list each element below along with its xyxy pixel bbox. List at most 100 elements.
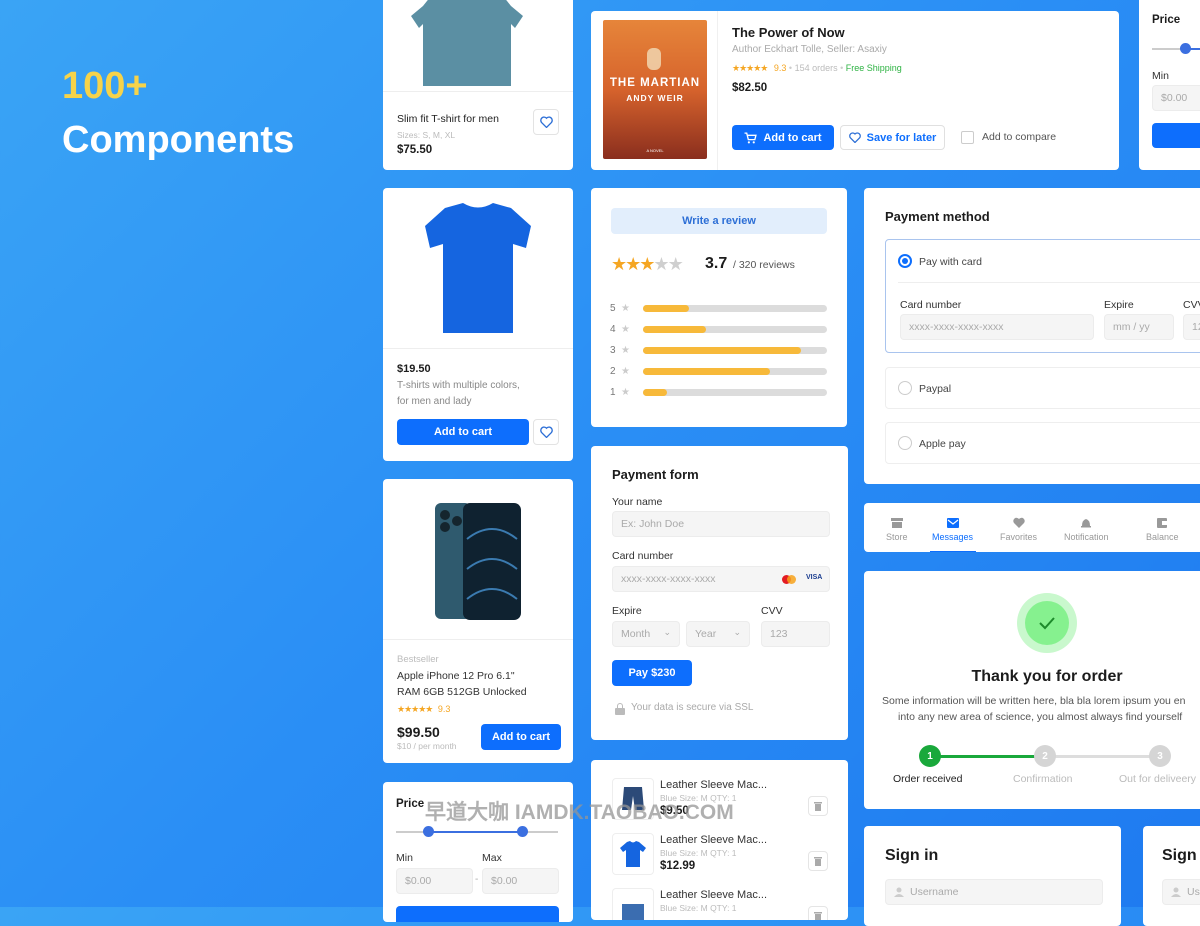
cart-item-title[interactable]: Leather Sleeve Mac... [660,889,767,901]
nav-label: Balance [1146,532,1179,542]
save-for-later-button[interactable]: Save for later [840,125,945,150]
username-input[interactable]: Username [885,879,1103,905]
cart-item-thumbnail[interactable] [612,833,654,875]
cvv-input[interactable]: 123 [761,621,830,647]
add-to-cart-label: Add to cart [763,131,822,144]
cvv-input[interactable]: 123 [1183,314,1200,340]
expire-label: Expire [1104,299,1134,311]
option-apple-pay[interactable]: Apple pay [885,422,1200,464]
nav-item-messages[interactable]: Messages [932,517,973,542]
name-input[interactable]: Ex: John Doe [612,511,830,537]
rating-row: ★★★★★ 9.3 [397,704,450,715]
book-product-card: THE MARTIAN ANDY WEIR A NOVEL The Power … [591,11,1119,170]
nav-item-notification[interactable]: Notification [1064,517,1109,542]
nav-item-favorites[interactable]: Favorites [1000,517,1037,542]
sign-in-title: Sign in [885,847,939,864]
chevron-down-icon: ⌄ [663,627,671,637]
range-handle-min[interactable] [1180,43,1191,54]
secure-note: Your data is secure via SSL [631,702,754,713]
bottom-navigation: Store Messages Favorites Notification Balanc… [864,503,1200,552]
min-price-input[interactable]: $0.00 [1152,85,1200,111]
order-success-card: Thank you for order Some information wil… [864,571,1200,809]
product-image [383,479,573,640]
nav-item-balance[interactable]: Balance [1146,517,1179,542]
month-select[interactable]: Month ⌄ [612,621,680,647]
expire-input[interactable]: mm / yy [1104,314,1174,340]
iphone-image [435,503,521,620]
max-price-input[interactable]: $0.00 [482,868,559,894]
delete-button[interactable] [808,906,828,920]
write-review-button[interactable]: Write a review [611,208,827,234]
save-for-later-label: Save for later [866,131,937,144]
rating-bar-fill [643,368,770,375]
name-label: Your name [612,496,663,508]
step-2-label: Confirmation [1013,773,1073,785]
delete-button[interactable] [808,851,828,871]
sign-in-card-2: Sign Us [1143,826,1200,926]
range-handle-max[interactable] [517,826,529,837]
product-title-line2[interactable]: RAM 6GB 512GB Unlocked [397,686,527,698]
radio-card[interactable] [898,254,912,268]
range-handle-min[interactable] [423,826,435,837]
cart-icon [745,131,758,143]
username-input[interactable]: Us [1162,879,1200,905]
username-placeholder: Us [1187,886,1200,898]
cart-item-title[interactable]: Leather Sleeve Mac... [660,779,767,791]
option-pay-with-card[interactable]: Pay with card Card number xxxx-xxxx-xxxx… [885,239,1200,353]
card-input[interactable]: xxxx-xxxx-xxxx-xxxx VISA [612,566,830,592]
price-filter-card-top: Price Min $0.00 [1139,0,1200,170]
pay-button[interactable]: Pay $230 [612,660,692,686]
product-title[interactable]: Slim fit T-shirt for men [397,113,499,125]
card-number-input[interactable]: xxxx-xxxx-xxxx-xxxx [900,314,1094,340]
product-desc-line1: T-shirts with multiple colors, [397,380,520,391]
option-label: Paypal [919,383,952,395]
year-select[interactable]: Year ⌄ [686,621,750,647]
cart-item-title[interactable]: Leather Sleeve Mac... [660,834,767,846]
rating-level-label: 1 [610,387,616,398]
progress-fill [930,755,1045,758]
apply-button[interactable] [396,906,559,922]
add-to-cart-button[interactable]: Add to cart [732,125,834,150]
rating-bar [643,347,827,354]
tshirt-image [425,203,531,333]
star-filled-icon: ★ [611,254,627,274]
add-to-cart-button[interactable]: Add to cart [481,724,561,750]
star-icon: ★ [621,324,630,335]
book-price: $82.50 [732,82,768,94]
book-cover[interactable]: THE MARTIAN ANDY WEIR A NOVEL [603,20,707,159]
wishlist-button[interactable] [533,419,559,445]
rating-bar [643,305,827,312]
step-3: 3 [1149,745,1171,767]
cart-item-thumbnail[interactable] [612,778,654,820]
wishlist-button[interactable] [533,109,559,135]
max-label: Max [482,852,502,864]
cart-item-thumbnail[interactable] [612,888,654,920]
nav-label: Notification [1064,532,1109,542]
compare-checkbox[interactable] [961,131,974,144]
apply-button[interactable] [1152,123,1200,148]
add-to-cart-button[interactable]: Add to cart [397,419,529,445]
tshirt-image [411,0,523,86]
min-price-input[interactable]: $0.00 [396,868,473,894]
radio-paypal[interactable] [898,381,912,395]
astronaut-figure [647,48,661,70]
radio-apple-pay[interactable] [898,436,912,450]
orders-count: 154 orders [794,63,838,73]
delete-button[interactable] [808,796,828,816]
rating-value: 9.3 [437,704,451,714]
product-image [383,188,573,349]
card-number-label: Card number [900,299,962,311]
product-title-line1[interactable]: Apple iPhone 12 Pro 6.1" [397,670,515,682]
heart-icon [848,132,861,143]
review-count: / 320 reviews [733,259,795,271]
product-card-blue-tshirt: $19.50 T-shirts with multiple colors, fo… [383,188,573,461]
book-title[interactable]: The Power of Now [732,25,845,40]
free-shipping: Free Shipping [845,63,902,73]
star-icon: ★ [621,303,630,314]
compare-label[interactable]: Add to compare [982,131,1056,143]
success-title: Thank you for order [971,668,1123,685]
option-paypal[interactable]: Paypal [885,367,1200,409]
nav-item-store[interactable]: Store [886,517,908,542]
step-1-label: Order received [893,773,963,785]
product-price: $19.50 [397,363,431,375]
